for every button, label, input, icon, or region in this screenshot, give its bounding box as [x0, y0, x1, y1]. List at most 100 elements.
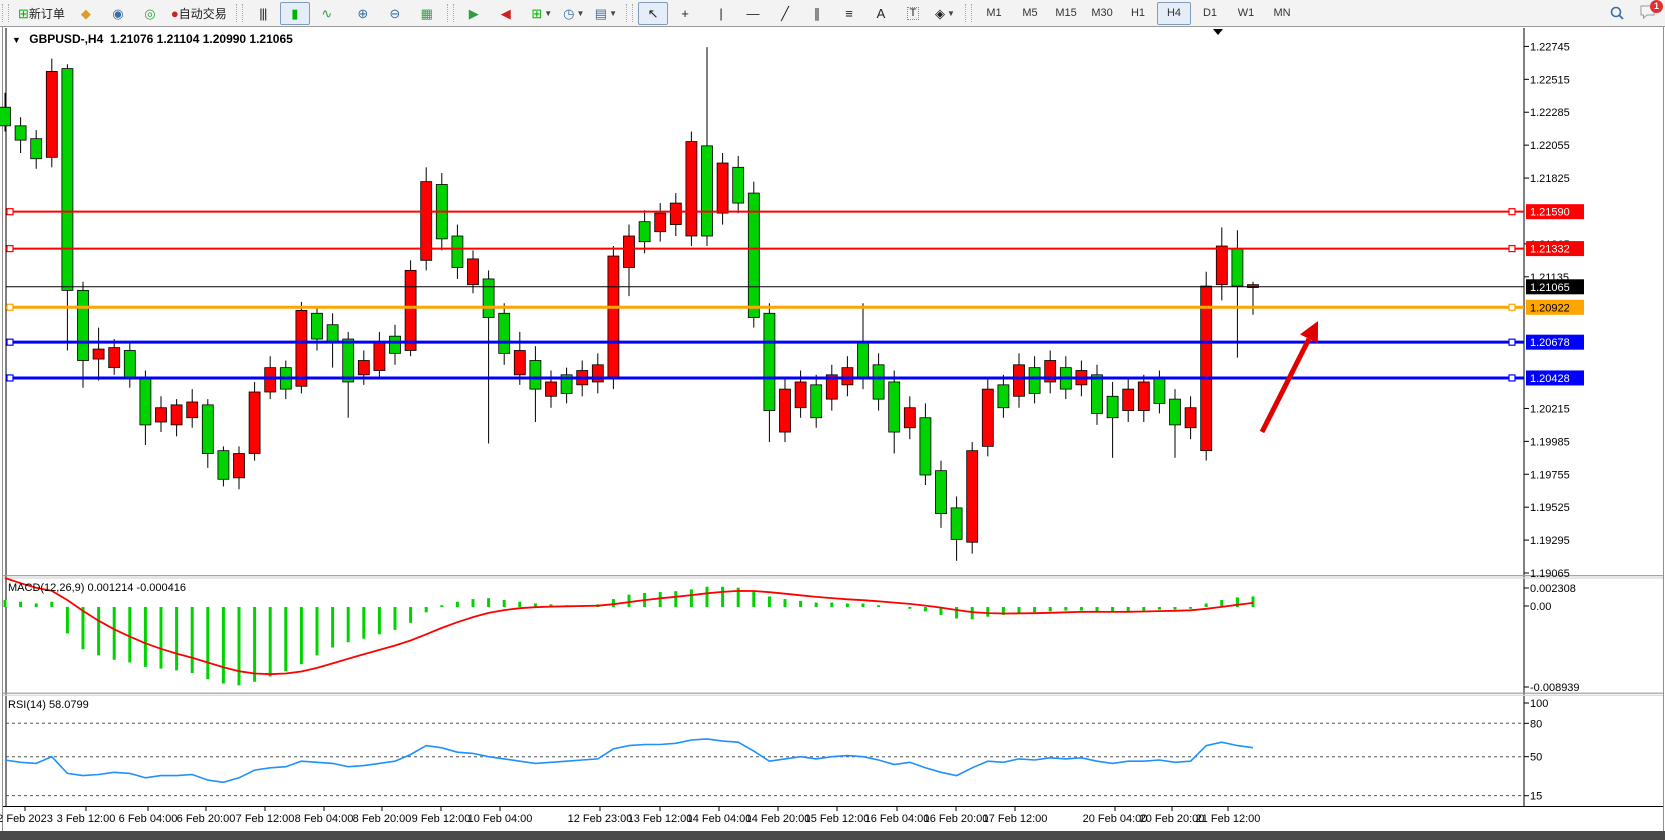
arrows-button[interactable]: ◈▼: [930, 2, 960, 25]
timeframe-button-d1[interactable]: D1: [1193, 2, 1227, 25]
fibonacci-button[interactable]: ≡: [834, 2, 864, 25]
line-handle[interactable]: [1509, 246, 1515, 252]
mql5-icon: ◆: [81, 7, 91, 20]
template-chart-icon: ▤: [595, 7, 607, 20]
window-bottom-edge: [0, 831, 1665, 840]
candle: [686, 142, 697, 236]
mql5-button[interactable]: ◆: [71, 2, 101, 25]
auto-scroll-button[interactable]: ▶: [459, 2, 489, 25]
candle: [951, 508, 962, 539]
svg-text:1.21065: 1.21065: [1530, 282, 1570, 294]
timeframe-button-m1[interactable]: M1: [977, 2, 1011, 25]
vertical-line-icon: |: [719, 7, 722, 20]
chart-area[interactable]: ▼ GBPUSD-,H4 1.21076 1.21104 1.20990 1.2…: [0, 27, 1665, 840]
candle: [1123, 389, 1134, 410]
horizontal-line-button[interactable]: —: [738, 2, 768, 25]
notifications-button[interactable]: 1: [1639, 4, 1657, 23]
new-order-button[interactable]: ⊞ 新订单: [14, 2, 69, 25]
svg-text:1.22515: 1.22515: [1530, 74, 1570, 86]
account-button[interactable]: ◉: [103, 2, 133, 25]
new-chart-button[interactable]: ⊞▼: [527, 2, 557, 25]
bar-chart-button[interactable]: |||: [248, 2, 278, 25]
line-handle[interactable]: [7, 209, 13, 215]
candle: [858, 342, 869, 379]
auto-scroll-icon: ▶: [469, 7, 479, 20]
trade-group: ⊞ 新订单 ◆ ◉ ◎ ● 自动交易: [11, 1, 234, 25]
shapes-icon: ◈: [935, 7, 945, 20]
candle: [109, 348, 120, 368]
crosshair-button[interactable]: +: [670, 2, 700, 25]
line-chart-icon: ∿: [321, 7, 332, 20]
line-handle[interactable]: [7, 339, 13, 345]
macd-panel: 0.0023080.00-0.008939: [5, 578, 1580, 694]
candle: [1092, 375, 1103, 414]
line-handle[interactable]: [7, 375, 13, 381]
label-tool-button[interactable]: T: [898, 2, 928, 25]
chevron-down-icon: ▼: [577, 9, 585, 18]
timeframe-button-m30[interactable]: M30: [1085, 2, 1119, 25]
toolbar: ⊞ 新订单 ◆ ◉ ◎ ● 自动交易 ||| ▮ ∿ ⊕ ⊖ ▦ ▶ ◀: [0, 0, 1665, 27]
line-chart-button[interactable]: ∿: [312, 2, 342, 25]
line-handle[interactable]: [1509, 304, 1515, 310]
svg-text:1.20922: 1.20922: [1530, 302, 1570, 314]
candlestick-chart-button[interactable]: ▮: [280, 2, 310, 25]
candle: [1232, 249, 1243, 286]
timeframe-button-m5[interactable]: M5: [1013, 2, 1047, 25]
tile-windows-button[interactable]: ▦: [412, 2, 442, 25]
chevron-down-icon[interactable]: ▼: [12, 35, 21, 45]
line-handle[interactable]: [1509, 209, 1515, 215]
time-axis-label: 12 Feb 23:00: [568, 813, 633, 825]
candle: [358, 360, 369, 374]
candle: [312, 313, 323, 339]
candle: [93, 349, 104, 359]
candle: [468, 259, 479, 285]
candle: [655, 213, 666, 232]
price-chart-canvas[interactable]: 1.227451.225151.222851.220551.218251.213…: [0, 27, 1665, 840]
timeframe-button-m15[interactable]: M15: [1049, 2, 1083, 25]
cursor-button[interactable]: ↖: [638, 2, 668, 25]
chevron-down-icon: ▼: [609, 9, 617, 18]
candle: [639, 222, 650, 242]
vertical-line-button[interactable]: |: [706, 2, 736, 25]
signals-button[interactable]: ◎: [135, 2, 165, 25]
periods-button[interactable]: ◷▼: [559, 2, 589, 25]
label-tool-icon: T: [907, 7, 920, 20]
channel-button[interactable]: ∥: [802, 2, 832, 25]
candle: [202, 405, 213, 454]
timeframe-button-h1[interactable]: H1: [1121, 2, 1155, 25]
chart-shift-button[interactable]: ◀: [491, 2, 521, 25]
text-tool-button[interactable]: A: [866, 2, 896, 25]
chevron-down-icon: ▼: [947, 9, 955, 18]
timeframe-button-h4[interactable]: H4: [1157, 2, 1191, 25]
line-handle[interactable]: [7, 304, 13, 310]
auto-trading-button[interactable]: ● 自动交易: [167, 2, 231, 25]
candle: [904, 408, 915, 428]
templates-button[interactable]: ▤▼: [591, 2, 621, 25]
cursor-group: ↖ +: [635, 1, 703, 25]
time-axis-label: 9 Feb 12:00: [412, 813, 471, 825]
svg-text:1.19525: 1.19525: [1530, 502, 1570, 514]
toolbar-handle: [2, 4, 9, 22]
time-axis-label: 8 Feb 20:00: [353, 813, 412, 825]
svg-text:1.19295: 1.19295: [1530, 535, 1570, 547]
account-icon: ◉: [112, 7, 123, 20]
zoom-in-button[interactable]: ⊕: [348, 2, 378, 25]
zoom-in-icon: ⊕: [357, 7, 368, 20]
chart-type-group: ||| ▮ ∿: [245, 1, 345, 25]
line-handle[interactable]: [1509, 339, 1515, 345]
timeframe-button-mn[interactable]: MN: [1265, 2, 1299, 25]
toolbar-handle: [626, 4, 633, 22]
search-icon[interactable]: [1609, 5, 1625, 21]
candle: [327, 325, 338, 342]
zoom-out-button[interactable]: ⊖: [380, 2, 410, 25]
time-axis-label: 20 Feb 04:00: [1083, 813, 1148, 825]
timeframe-button-w1[interactable]: W1: [1229, 2, 1263, 25]
auto-trading-label: 自动交易: [179, 5, 227, 22]
new-order-icon: ⊞: [18, 7, 29, 20]
trendline-button[interactable]: ╱: [770, 2, 800, 25]
line-handle[interactable]: [1509, 375, 1515, 381]
ohlc-values: 1.21076 1.21104 1.20990 1.21065: [110, 32, 293, 46]
svg-text:-0.008939: -0.008939: [1530, 682, 1580, 694]
horizontal-line-icon: —: [747, 7, 760, 20]
line-handle[interactable]: [7, 246, 13, 252]
